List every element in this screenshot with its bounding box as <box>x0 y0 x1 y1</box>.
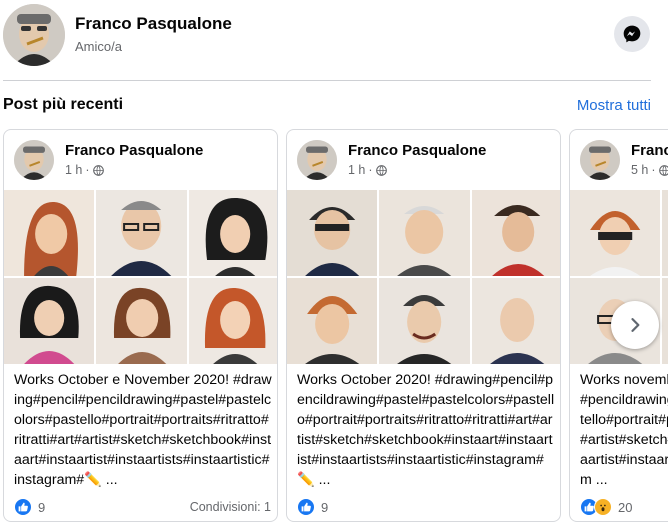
globe-icon <box>92 164 104 176</box>
post-card[interactable]: Franco Pasqualone 1 h · Works October 20… <box>286 129 561 522</box>
shares-count[interactable]: Condivisioni: 1 <box>190 500 271 514</box>
caricature-image <box>96 278 187 364</box>
reaction-count[interactable]: 9 <box>321 500 328 515</box>
post-footer: 20 <box>580 497 668 517</box>
caricature-image <box>379 190 470 276</box>
carousel-next-button[interactable] <box>611 301 659 349</box>
author-avatar[interactable] <box>580 140 620 180</box>
post-text[interactable]: Works October e November 2020! #drawing#… <box>14 370 272 490</box>
wow-face-icon[interactable] <box>594 498 612 516</box>
post-author[interactable]: Franco Pasqualone <box>631 142 668 159</box>
post-time[interactable]: 5 h <box>631 163 648 177</box>
thumbs-up-icon[interactable] <box>14 498 32 516</box>
profile-header: Franco Pasqualone Amico/a <box>0 0 668 80</box>
post-text[interactable]: Works november 2020! #drawing#pencil#pen… <box>580 370 668 490</box>
caricature-image <box>570 190 661 276</box>
globe-icon <box>375 164 387 176</box>
caricature-image <box>96 190 187 276</box>
reaction-count[interactable]: 20 <box>618 500 632 515</box>
posts-carousel: Franco Pasqualone 1 h · Works October e … <box>3 129 668 524</box>
post-photo-grid[interactable] <box>287 190 560 364</box>
caricature-image <box>471 278 560 364</box>
caricature-image <box>471 190 560 276</box>
post-photo-grid[interactable] <box>4 190 277 364</box>
caricature-image <box>4 278 95 364</box>
chevron-right-icon <box>631 318 640 332</box>
caricature-image <box>287 190 378 276</box>
section-title: Post più recenti <box>3 96 124 113</box>
post-time[interactable]: 1 h <box>348 163 365 177</box>
caricature-image <box>662 278 668 364</box>
messenger-button[interactable] <box>614 16 650 52</box>
author-avatar[interactable] <box>14 140 54 180</box>
post-text[interactable]: Works October 2020! #drawing#pencil#penc… <box>297 370 555 490</box>
post-card[interactable]: Franco Pasqualone 1 h · Works October e … <box>3 129 278 522</box>
meta-separator: · <box>368 163 373 177</box>
post-time[interactable]: 1 h <box>65 163 82 177</box>
post-footer: 9 <box>297 497 554 517</box>
author-avatar[interactable] <box>297 140 337 180</box>
caricature-image <box>287 278 378 364</box>
post-author[interactable]: Franco Pasqualone <box>348 142 486 159</box>
see-all-link[interactable]: Mostra tutti <box>577 97 651 114</box>
post-meta: 1 h · <box>65 163 104 177</box>
caricature-image <box>188 278 277 364</box>
meta-separator: · <box>85 163 90 177</box>
caricature-image <box>379 278 470 364</box>
post-meta: 5 h · <box>631 163 668 177</box>
thumbs-up-icon[interactable] <box>297 498 315 516</box>
reaction-count[interactable]: 9 <box>38 500 45 515</box>
caricature-image <box>188 190 277 276</box>
profile-avatar[interactable] <box>3 4 65 66</box>
caricature-image <box>662 190 668 276</box>
messenger-icon <box>623 25 641 43</box>
globe-icon <box>658 164 668 176</box>
meta-separator: · <box>651 163 656 177</box>
profile-name[interactable]: Franco Pasqualone <box>75 14 232 34</box>
header-divider <box>3 80 651 81</box>
post-author[interactable]: Franco Pasqualone <box>65 142 203 159</box>
post-footer: 9 Condivisioni: 1 <box>14 497 271 517</box>
caricature-image <box>4 190 95 276</box>
post-meta: 1 h · <box>348 163 387 177</box>
relationship-label: Amico/a <box>75 39 122 54</box>
